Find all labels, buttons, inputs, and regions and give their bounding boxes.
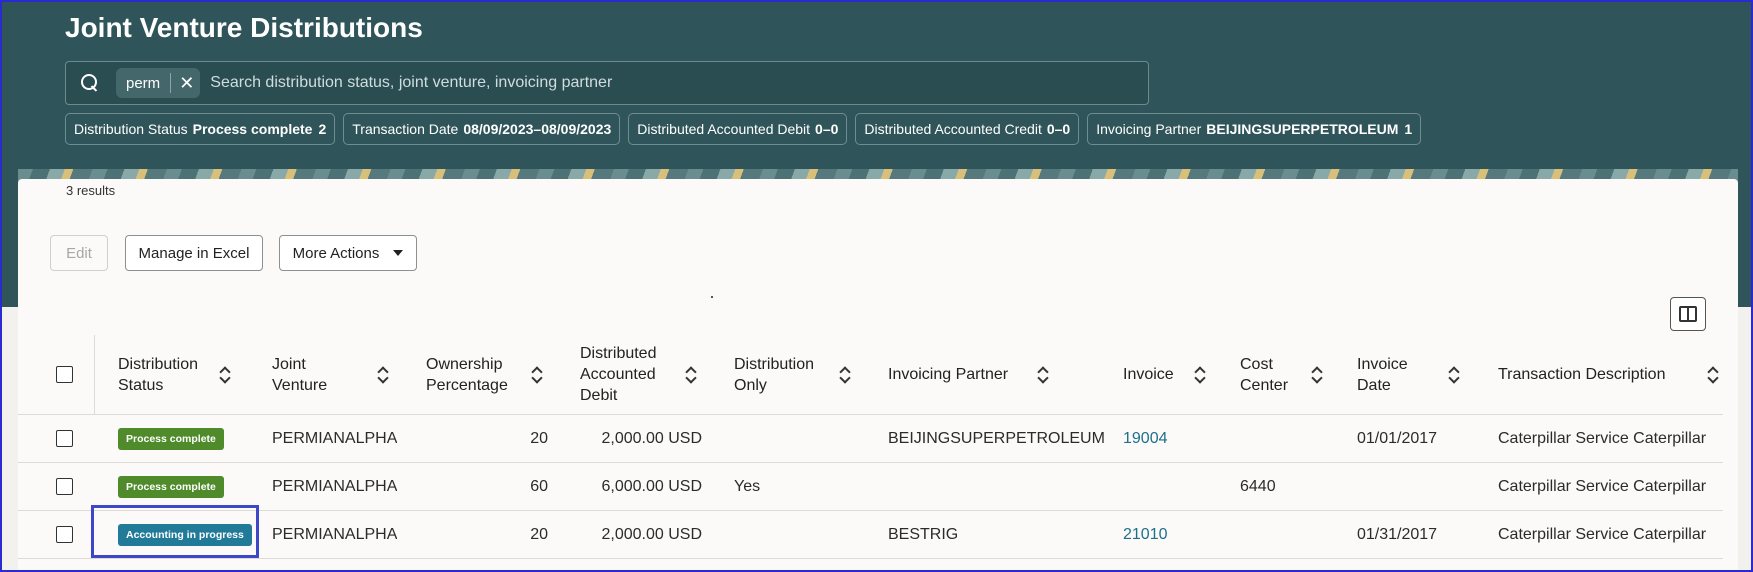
invoice-date-cell: 01/31/2017 — [1357, 525, 1438, 543]
filter-distribution-status[interactable]: Distribution Status Process complete 2 — [65, 113, 336, 145]
invoicing-partner-cell: BEIJINGSUPERPETROLEUM — [888, 429, 1105, 447]
sort-icon[interactable] — [1195, 367, 1205, 383]
joint-venture-cell: PERMIANALPHA — [272, 477, 398, 495]
sort-icon[interactable] — [1038, 367, 1048, 383]
debit-cell: 2,000.00 USD — [601, 429, 702, 447]
header-distributed-accounted-debit[interactable]: Distributed Accounted Debit — [580, 335, 710, 414]
close-icon[interactable]: ✕ — [179, 74, 194, 92]
invoice-link[interactable]: 19004 — [1123, 415, 1168, 462]
more-actions-button[interactable]: More Actions — [279, 235, 417, 271]
header-cost-center[interactable]: Cost Center — [1240, 335, 1330, 414]
sort-icon[interactable] — [840, 367, 850, 383]
ownership-cell: 60 — [530, 477, 548, 495]
search-icon — [80, 73, 100, 93]
sort-icon[interactable] — [220, 367, 230, 383]
select-all-cell — [56, 335, 73, 414]
cost-center-cell: 6440 — [1240, 477, 1276, 495]
header-transaction-description[interactable]: Transaction Description — [1498, 335, 1723, 414]
status-badge: Process complete — [118, 475, 224, 498]
invoice-date-cell: 01/01/2017 — [1357, 429, 1438, 447]
filter-chips: Distribution Status Process complete 2 T… — [65, 113, 1422, 145]
search-chip-label: perm — [126, 74, 161, 92]
header-divider — [94, 335, 95, 415]
app-window: Joint Venture Distributions perm ✕ Distr… — [0, 0, 1753, 572]
transaction-description-cell: Caterpillar Service Caterpillar — [1498, 477, 1707, 495]
table-row[interactable]: Process complete PERMIANALPHA 60 6,000.0… — [18, 463, 1723, 511]
table-row[interactable]: Process complete PERMIANALPHA 20 2,000.0… — [18, 415, 1723, 463]
search-bar[interactable]: perm ✕ — [65, 61, 1149, 105]
ownership-cell: 20 — [530, 525, 548, 543]
transaction-description-cell: Caterpillar Service Caterpillar — [1498, 525, 1707, 543]
chevron-down-icon — [393, 250, 404, 256]
sort-icon[interactable] — [1708, 367, 1718, 383]
filter-invoicing-partner[interactable]: Invoicing Partner BEIJINGSUPERPETROLEUM … — [1087, 113, 1422, 145]
columns-icon — [1679, 306, 1697, 322]
joint-venture-cell: PERMIANALPHA — [272, 429, 398, 447]
edit-button[interactable]: Edit — [50, 235, 108, 271]
header-distribution-only[interactable]: Distribution Only — [734, 335, 864, 414]
filter-transaction-date[interactable]: Transaction Date 08/09/2023–08/09/2023 — [343, 113, 621, 145]
table-header-row: Distribution Status Joint Venture Owners… — [18, 335, 1723, 415]
more-actions-label: More Actions — [292, 244, 380, 262]
header-invoicing-partner[interactable]: Invoicing Partner — [888, 335, 1078, 414]
invoice-link[interactable]: 21010 — [1123, 511, 1168, 558]
joint-venture-cell: PERMIANALPHA — [272, 525, 398, 543]
distribution-only-cell: Yes — [734, 477, 761, 495]
ownership-cell: 20 — [530, 429, 548, 447]
transaction-description-cell: Caterpillar Service Caterpillar — [1498, 429, 1707, 447]
header-joint-venture[interactable]: Joint Venture — [272, 335, 402, 414]
sort-icon[interactable] — [532, 367, 542, 383]
row-checkbox[interactable] — [56, 430, 73, 447]
results-panel: 3 results Edit Manage in Excel More Acti… — [18, 179, 1738, 570]
header-invoice-date[interactable]: Invoice Date — [1357, 335, 1467, 414]
highlight-box — [91, 505, 259, 558]
header-ownership-percentage[interactable]: Ownership Percentage — [426, 335, 556, 414]
debit-cell: 6,000.00 USD — [601, 477, 702, 495]
debit-cell: 2,000.00 USD — [601, 525, 702, 543]
chip-divider — [170, 73, 172, 93]
manage-in-excel-button[interactable]: Manage in Excel — [125, 235, 263, 271]
row-checkbox[interactable] — [56, 478, 73, 495]
sort-icon[interactable] — [686, 367, 696, 383]
page-title: Joint Venture Distributions — [65, 12, 423, 43]
invoicing-partner-cell: BESTRIG — [888, 525, 959, 543]
row-checkbox[interactable] — [56, 526, 73, 543]
table-row[interactable]: Accounting in progress PERMIANALPHA 20 2… — [18, 511, 1723, 559]
search-input[interactable] — [210, 74, 1148, 92]
filter-distributed-accounted-credit[interactable]: Distributed Accounted Credit 0–0 — [855, 113, 1080, 145]
search-chip[interactable]: perm ✕ — [116, 68, 201, 98]
header-invoice[interactable]: Invoice — [1123, 335, 1213, 414]
sort-icon[interactable] — [378, 367, 388, 383]
sort-icon[interactable] — [1449, 367, 1459, 383]
status-badge: Process complete — [118, 427, 224, 450]
select-all-checkbox[interactable] — [56, 366, 73, 383]
results-count: 3 results — [66, 183, 116, 198]
stray-dot — [711, 296, 713, 298]
column-layout-button[interactable] — [1670, 297, 1706, 331]
header-distribution-status[interactable]: Distribution Status — [118, 335, 248, 414]
filter-distributed-accounted-debit[interactable]: Distributed Accounted Debit 0–0 — [628, 113, 848, 145]
sort-icon[interactable] — [1312, 367, 1322, 383]
